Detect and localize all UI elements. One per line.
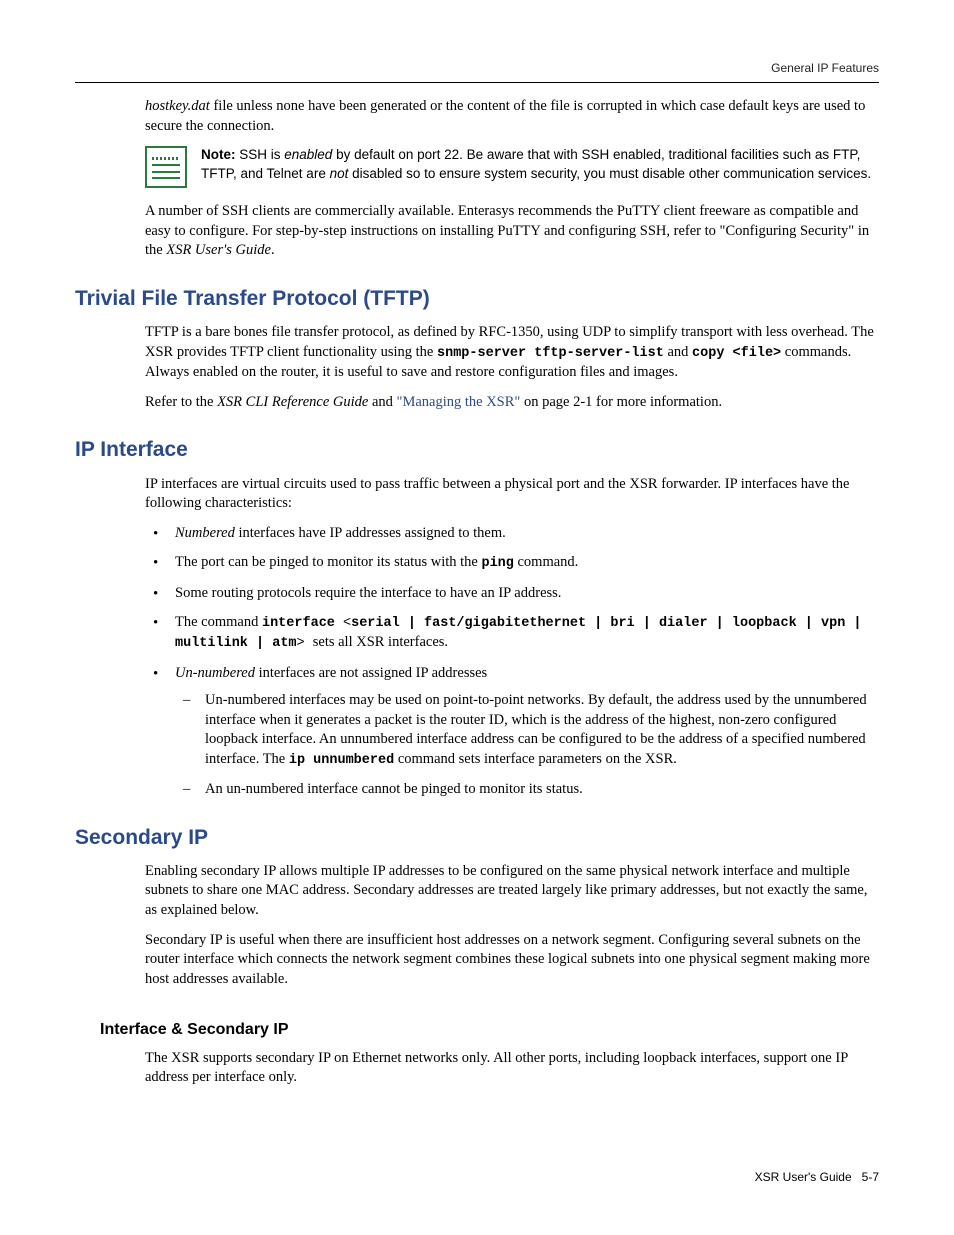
- cmd-ping: ping: [481, 556, 513, 571]
- heading-interface-secondary-ip: Interface & Secondary IP: [100, 1019, 879, 1041]
- text: The port can be pinged to monitor its st…: [175, 554, 481, 570]
- text: command.: [514, 554, 578, 570]
- secip-paragraph-1: Enabling secondary IP allows multiple IP…: [145, 862, 879, 921]
- list-item: The port can be pinged to monitor its st…: [145, 553, 879, 573]
- tftp-body: TFTP is a bare bones file transfer proto…: [145, 323, 879, 412]
- term-unnumbered: Un-numbered: [175, 665, 255, 681]
- footer-doc-title: XSR User's Guide: [755, 1170, 852, 1184]
- angle-open: <: [335, 616, 351, 631]
- header-rule: [75, 82, 879, 83]
- text: file unless none have been generated or …: [145, 98, 865, 134]
- text: sets all XSR interfaces.: [313, 634, 448, 650]
- running-header: General IP Features: [75, 60, 879, 76]
- cmd-interface: interface: [262, 616, 335, 631]
- secip-sub-body: The XSR supports secondary IP on Etherne…: [145, 1049, 879, 1088]
- term-numbered: Numbered: [175, 525, 235, 541]
- ipif-body: IP interfaces are virtual circuits used …: [145, 475, 879, 800]
- note-enabled: enabled: [284, 147, 332, 162]
- list-item: Un-numbered interfaces may be used on po…: [175, 691, 879, 770]
- heading-secondary-ip: Secondary IP: [75, 824, 879, 852]
- text: on page 2-1 for more information.: [520, 394, 722, 410]
- body-content: hostkey.dat file unless none have been g…: [145, 97, 879, 261]
- list-item: An un-numbered interface cannot be pinge…: [175, 780, 879, 800]
- text: The command: [175, 614, 262, 630]
- footer-page-number: 5-7: [862, 1170, 879, 1184]
- cmd-ip-unnumbered: ip unnumbered: [289, 753, 394, 768]
- secip-body: Enabling secondary IP allows multiple IP…: [145, 862, 879, 989]
- filename-hostkey: hostkey.dat: [145, 98, 210, 114]
- ipif-bullet-list: Numbered interfaces have IP addresses as…: [145, 524, 879, 800]
- secip-sub-paragraph-1: The XSR supports secondary IP on Etherne…: [145, 1049, 879, 1088]
- tftp-paragraph-1: TFTP is a bare bones file transfer proto…: [145, 323, 879, 382]
- doc-title-xsr-guide: XSR User's Guide: [166, 242, 271, 258]
- text: SSH is: [236, 147, 285, 162]
- text: interfaces are not assigned IP addresses: [255, 665, 487, 681]
- list-item: Some routing protocols require the inter…: [145, 584, 879, 604]
- text: and: [664, 344, 692, 360]
- list-item: Numbered interfaces have IP addresses as…: [145, 524, 879, 544]
- note-not: not: [330, 166, 349, 181]
- link-managing-xsr[interactable]: "Managing the XSR": [397, 394, 521, 410]
- cmd-snmp-server: snmp-server tftp-server-list: [437, 346, 664, 361]
- list-item: Un-numbered interfaces are not assigned …: [145, 664, 879, 800]
- text: Refer to the: [145, 394, 217, 410]
- text: command sets interface parameters on the…: [394, 751, 677, 767]
- intro-paragraph-2: A number of SSH clients are commercially…: [145, 202, 879, 261]
- text: and: [368, 394, 396, 410]
- note-text: Note: SSH is enabled by default on port …: [201, 146, 879, 182]
- angle-close: >: [297, 636, 313, 651]
- ipif-paragraph-1: IP interfaces are virtual circuits used …: [145, 475, 879, 514]
- text: .: [271, 242, 275, 258]
- intro-paragraph-1: hostkey.dat file unless none have been g…: [145, 97, 879, 136]
- page-footer: XSR User's Guide 5-7: [755, 1169, 879, 1185]
- text: disabled so to ensure system security, y…: [348, 166, 871, 181]
- secip-paragraph-2: Secondary IP is useful when there are in…: [145, 931, 879, 990]
- tftp-paragraph-2: Refer to the XSR CLI Reference Guide and…: [145, 393, 879, 413]
- note-block: Note: SSH is enabled by default on port …: [145, 146, 879, 188]
- heading-tftp: Trivial File Transfer Protocol (TFTP): [75, 285, 879, 313]
- ipif-dash-list: Un-numbered interfaces may be used on po…: [175, 691, 879, 799]
- heading-ip-interface: IP Interface: [75, 436, 879, 464]
- text: interfaces have IP addresses assigned to…: [235, 525, 506, 541]
- cmd-copy-file: copy <file>: [692, 346, 781, 361]
- note-icon: [145, 146, 187, 188]
- list-item: The command interface <serial | fast/gig…: [145, 613, 879, 653]
- page: General IP Features hostkey.dat file unl…: [0, 0, 954, 1235]
- note-label: Note:: [201, 147, 236, 162]
- doc-title-cli-guide: XSR CLI Reference Guide: [217, 394, 368, 410]
